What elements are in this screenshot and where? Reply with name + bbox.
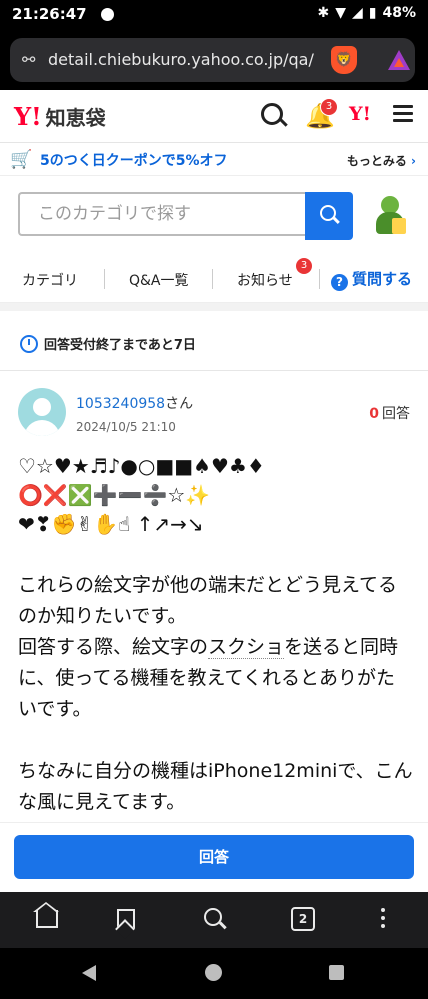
search-icon	[320, 205, 336, 221]
promo-banner[interactable]: 🛒 5のつく日クーポンで5%オフ もっとみる ›	[0, 143, 428, 176]
yahoo-logo-icon[interactable]: Y!	[349, 103, 371, 125]
signal-icon: ◢	[351, 5, 363, 21]
emoji-line: ⭕❌❎➕➖➗☆✨	[18, 483, 211, 507]
status-bar: 21:26:47 ✱ ▼ ◢ ▮ 48%	[0, 0, 428, 30]
browser-toolbar: ⚯ detail.chiebukuro.yahoo.co.jp/qa/ 🦁	[0, 30, 428, 90]
keyword-link[interactable]: スクショ	[208, 636, 285, 659]
battery-level: 48%	[382, 5, 416, 21]
hamburger-menu-icon[interactable]	[393, 105, 413, 123]
text-segment: 回答する際、絵文字の	[18, 636, 209, 658]
answer-button[interactable]: 回答	[14, 835, 414, 879]
emoji-line: ♡☆♥★♬♪●○■■♠♥♣♦	[18, 454, 265, 478]
notification-dot-icon	[101, 8, 114, 21]
question-icon: ?	[331, 274, 348, 291]
category-nav: カテゴリ Q&A一覧 お知らせ 3 ? 質問する	[0, 256, 428, 303]
answer-count-label: 回答	[382, 406, 410, 422]
ask-question-link[interactable]: ? 質問する	[331, 268, 412, 291]
nav-separator	[212, 269, 213, 289]
question-paragraph: これらの絵文字が他の端末だとどう見えてるのか知りたいです。	[18, 574, 398, 627]
answer-bar: 回答	[0, 822, 428, 891]
question-paragraph: ちなみに自分の機種はiPhone12miniで、こんな風に見えてます。	[18, 760, 413, 813]
status-icons: ✱ ▼ ◢ ▮ 48%	[317, 5, 416, 21]
home-icon-base[interactable]	[36, 910, 58, 928]
system-navigation-bar	[0, 948, 428, 999]
search-input[interactable]: このカテゴリで探す	[18, 192, 305, 236]
answer-count: 0 回答	[369, 403, 410, 423]
site-header: Y! 知恵袋 🔔 3 Y!	[0, 90, 428, 143]
home-button-icon[interactable]	[205, 964, 222, 981]
user-suffix: さん	[165, 396, 194, 412]
emoji-sample: ♡☆♥★♬♪●○■■♠♥♣♦ ⭕❌❎➕➖➗☆✨ ❤❣✊✌✋☝ ↑↗→↘	[18, 452, 265, 539]
avatar[interactable]	[18, 388, 66, 436]
nav-separator	[104, 269, 105, 289]
nav-separator	[319, 269, 320, 289]
news-badge: 3	[296, 258, 312, 274]
answer-count-number: 0	[369, 406, 379, 422]
chevron-right-icon: ›	[411, 154, 416, 168]
wifi-icon: ▼	[335, 5, 346, 21]
recent-apps-icon[interactable]	[329, 965, 344, 980]
question-body: これらの絵文字が他の端末だとどう見えてるのか知りたいです。 回答する際、絵文字の…	[18, 570, 413, 818]
deadline-text: 回答受付終了まであと7日	[44, 338, 196, 353]
brave-shields-icon[interactable]: 🦁	[331, 46, 357, 74]
divider	[0, 370, 428, 371]
back-icon[interactable]	[82, 965, 96, 981]
promo-more-label: もっとみる	[346, 154, 407, 168]
question-date: 2024/10/5 21:10	[76, 420, 176, 434]
status-time: 21:26:47	[12, 5, 87, 23]
question-paragraph: 回答する際、絵文字のスクショを送ると同時に、使ってる機種を教えてくれるとありがた…	[18, 632, 413, 725]
search-icon[interactable]	[261, 103, 283, 125]
browser-bottom-bar: 2	[0, 892, 428, 948]
site-settings-icon[interactable]: ⚯	[22, 50, 35, 69]
alarm-clock-icon	[20, 335, 38, 353]
brave-rewards-icon[interactable]	[388, 50, 410, 70]
cart-icon: 🛒	[10, 149, 33, 170]
logo-mark: Y!	[14, 102, 42, 131]
nav-category[interactable]: カテゴリ	[22, 270, 78, 290]
nav-news[interactable]: お知らせ	[237, 270, 293, 290]
address-bar[interactable]: ⚯ detail.chiebukuro.yahoo.co.jp/qa/ 🦁	[10, 38, 415, 82]
url-text[interactable]: detail.chiebukuro.yahoo.co.jp/qa/	[48, 50, 318, 69]
nav-qa-list[interactable]: Q&A一覧	[129, 270, 189, 290]
notification-badge: 3	[320, 98, 338, 116]
questioner-name[interactable]: 1053240958さん	[76, 393, 193, 413]
deadline-notice: 回答受付終了まであと7日	[20, 334, 196, 353]
category-search: このカテゴリで探す	[18, 192, 353, 240]
chiebukuro-logo[interactable]: Y! 知恵袋	[14, 102, 106, 131]
search-icon[interactable]	[204, 908, 222, 926]
mascot-icon[interactable]	[372, 196, 408, 236]
search-button[interactable]	[305, 192, 353, 240]
bluetooth-icon: ✱	[317, 5, 330, 21]
emoji-line: ❤❣✊✌✋☝ ↑↗→↘	[18, 512, 204, 536]
logo-text: 知恵袋	[45, 106, 106, 130]
promo-more-link[interactable]: もっとみる ›	[347, 152, 416, 169]
promo-text[interactable]: 5のつく日クーポンで5%オフ	[40, 150, 228, 170]
more-options-icon[interactable]	[381, 908, 385, 932]
battery-icon: ▮	[368, 5, 377, 21]
section-divider	[0, 303, 428, 311]
user-id[interactable]: 1053240958	[76, 396, 165, 412]
bookmark-icon[interactable]	[117, 909, 135, 929]
tab-switcher-button[interactable]: 2	[291, 907, 315, 931]
ask-label: 質問する	[352, 270, 413, 288]
